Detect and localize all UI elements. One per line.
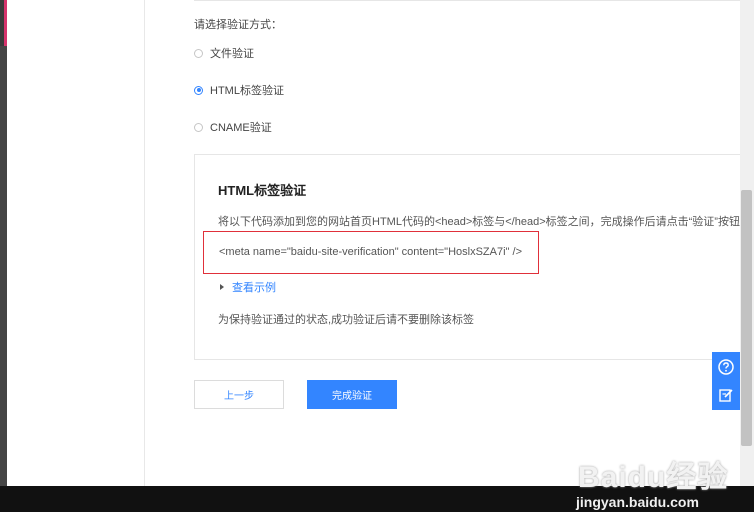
radio-button[interactable] bbox=[194, 48, 203, 58]
radio-button-checked[interactable] bbox=[194, 85, 203, 95]
verification-meta-code[interactable]: <meta name="baidu-site-verification" con… bbox=[219, 246, 522, 258]
scrollbar-thumb[interactable] bbox=[741, 190, 752, 446]
radio-file-verify[interactable]: 文件验证 bbox=[194, 45, 254, 61]
view-example-label: 查看示例 bbox=[232, 282, 276, 294]
baidu-jingyan-watermark: Baidu经验 bbox=[578, 461, 729, 494]
keep-tag-tip: 为保持验证通过的状态,成功验证后请不要删除该标签 bbox=[218, 314, 475, 326]
help-button[interactable] bbox=[712, 352, 740, 382]
radio-label: 文件验证 bbox=[210, 48, 254, 60]
verify-method-prompt: 请选择验证方式： bbox=[194, 19, 282, 31]
window-frame-dark bbox=[0, 46, 7, 486]
feedback-button[interactable] bbox=[712, 380, 740, 410]
feedback-edit-icon bbox=[719, 389, 733, 402]
radio-label: CNAME验证 bbox=[210, 122, 272, 134]
panel-title: HTML标签验证 bbox=[218, 183, 307, 198]
html-tag-verify-panel: HTML标签验证 将以下代码添加到您的网站首页HTML代码的<head>标签与<… bbox=[194, 154, 751, 360]
panel-description: 将以下代码添加到您的网站首页HTML代码的<head>标签与</head>标签之… bbox=[218, 216, 751, 228]
left-nav-pane bbox=[7, 0, 145, 486]
radio-html-tag-verify[interactable]: HTML标签验证 bbox=[194, 82, 284, 98]
window-frame-left bbox=[0, 0, 7, 512]
help-icon bbox=[718, 359, 734, 375]
radio-button[interactable] bbox=[194, 122, 203, 132]
prev-step-button[interactable]: 上一步 bbox=[194, 380, 284, 409]
complete-verify-button[interactable]: 完成验证 bbox=[307, 380, 397, 409]
top-divider bbox=[194, 0, 740, 1]
watermark-url: jingyan.baidu.com bbox=[576, 494, 699, 510]
caret-right-icon bbox=[220, 284, 224, 290]
radio-label: HTML标签验证 bbox=[210, 85, 284, 97]
verification-code-box: <meta name="baidu-site-verification" con… bbox=[203, 231, 539, 274]
radio-cname-verify[interactable]: CNAME验证 bbox=[194, 119, 272, 135]
view-example-link[interactable]: 查看示例 bbox=[220, 279, 276, 295]
